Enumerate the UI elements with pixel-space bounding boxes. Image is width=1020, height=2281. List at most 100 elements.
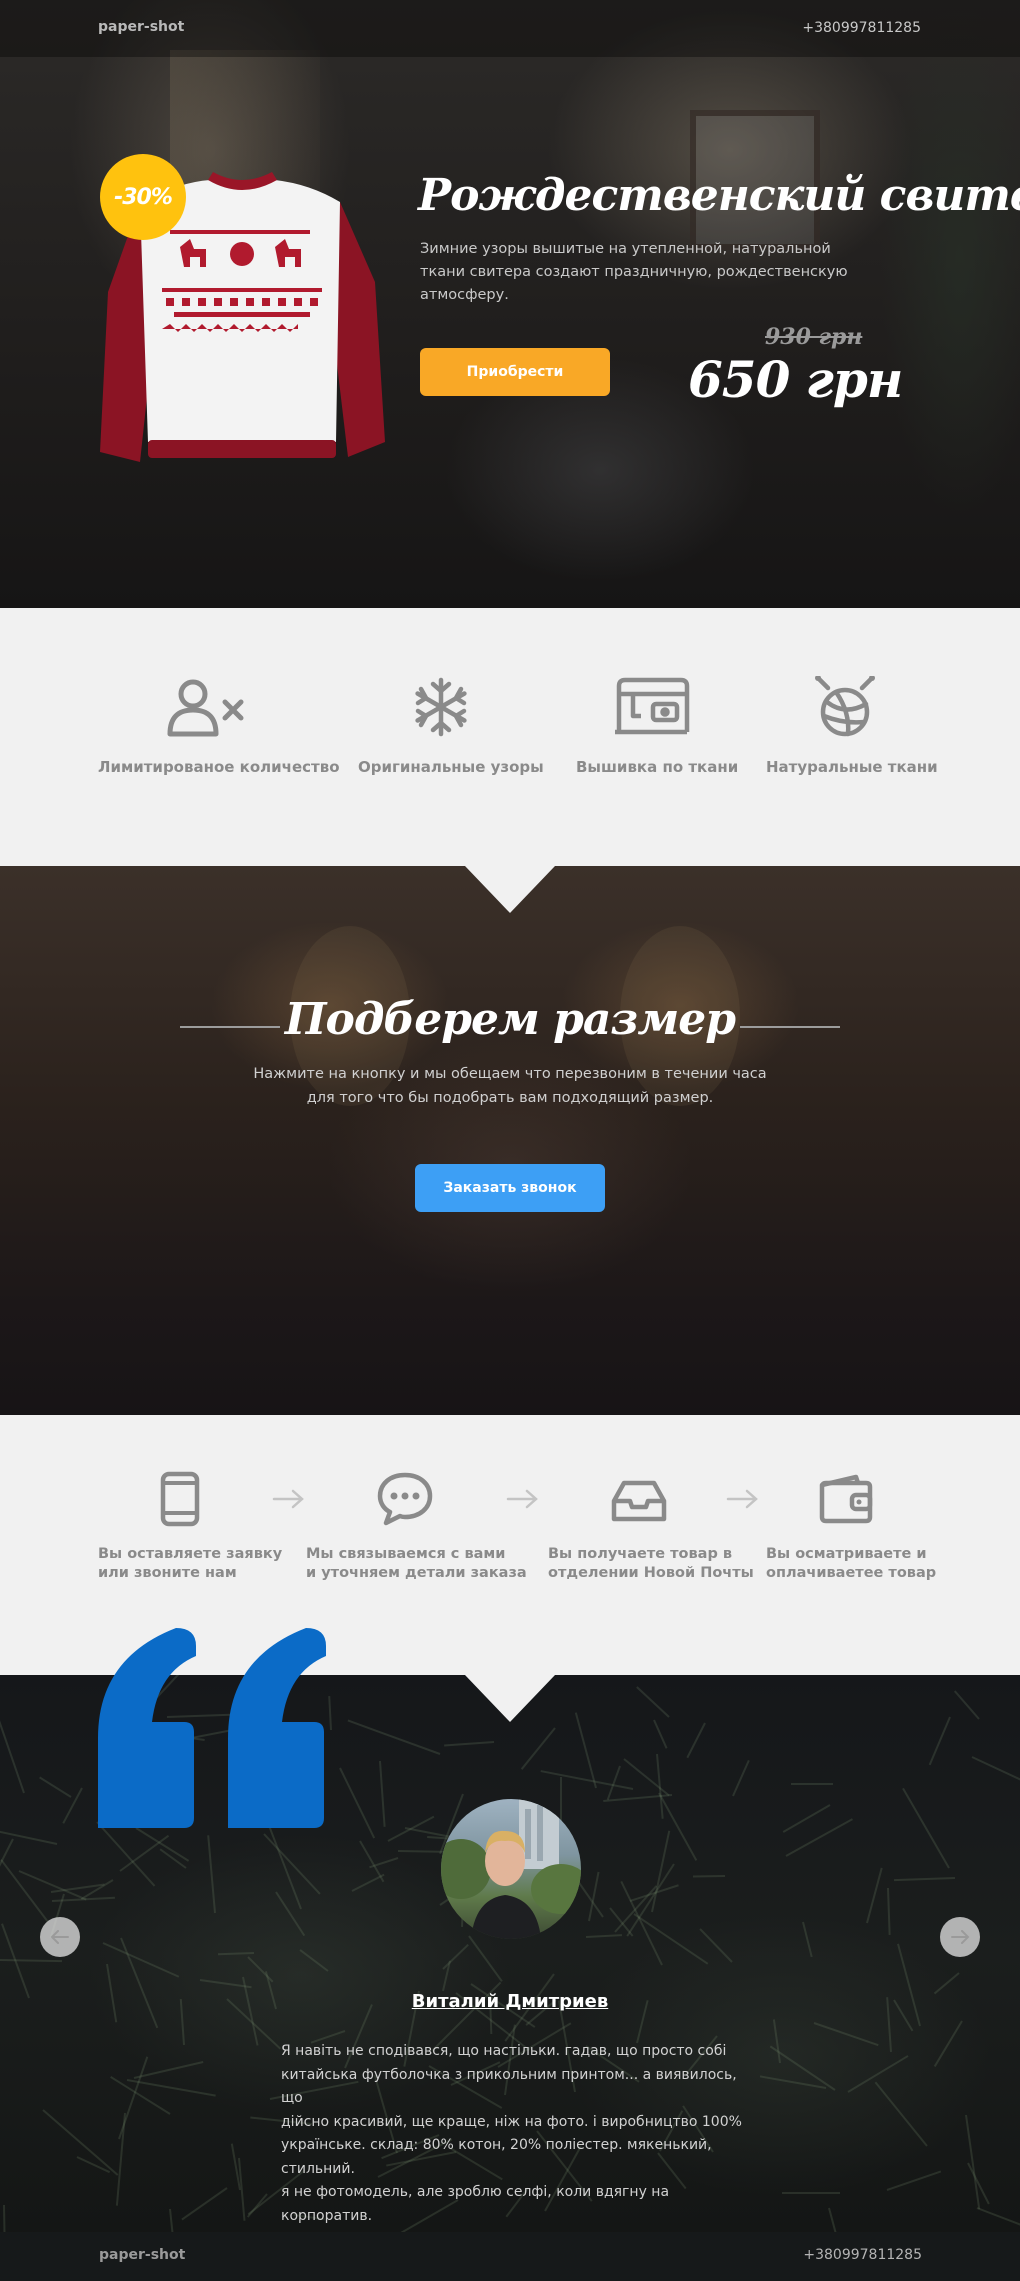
- order-call-button[interactable]: Заказать звонок: [415, 1164, 605, 1212]
- top-bar: paper-shot +380997811285: [0, 0, 1020, 57]
- pine-needle: [0, 1717, 25, 1794]
- feature-natural: Натуральные ткани: [766, 676, 938, 776]
- feature-embroidery: Вышивка по ткани: [576, 676, 738, 776]
- smartphone-icon: [160, 1471, 200, 1527]
- pine-needle: [782, 2192, 840, 2194]
- arrow-right-icon: [272, 1489, 304, 1509]
- pine-needle: [351, 1873, 385, 1892]
- size-title: Подберем размер: [284, 994, 736, 1045]
- hero-section: paper-shot +380997811285 -30% Рождествен…: [0, 0, 1020, 608]
- pine-needle: [0, 1859, 49, 1923]
- reviewer-name[interactable]: Виталий Дмитриев: [0, 1991, 1020, 2012]
- pine-needle: [874, 2081, 928, 2147]
- footer-brand[interactable]: paper-shot: [99, 2247, 185, 2263]
- review-text-line: українське. склад: 80% котон, 20% поліес…: [281, 2137, 712, 2177]
- pine-needle: [772, 2019, 781, 2064]
- pine-needle: [636, 1686, 670, 1718]
- step-label-line: Вы осматриваете и: [766, 1546, 927, 1562]
- inbox-tray-icon: [611, 1480, 667, 1522]
- prev-testimonial-button[interactable]: [40, 1917, 80, 1957]
- pine-needle: [0, 1959, 63, 1963]
- pine-needle: [102, 1942, 180, 1978]
- pine-needle: [3, 2204, 7, 2232]
- pine-needle: [181, 2187, 228, 2221]
- pine-needle: [42, 2109, 119, 2176]
- review-text-line: дійсно красивий, ще краще, ніж на фото. …: [281, 2113, 742, 2130]
- pine-needle: [347, 1719, 441, 1755]
- yarn-ball-icon: [815, 676, 875, 737]
- pine-needle: [802, 1921, 813, 1958]
- pine-needle: [266, 1821, 302, 1910]
- pine-needle: [828, 2207, 852, 2232]
- pine-needle: [540, 1770, 634, 1790]
- pine-needle: [887, 1887, 891, 1936]
- hero-title: Рождественский свитер: [418, 170, 1020, 221]
- size-section: Подберем размер Нажмите на кнопку и мы о…: [0, 866, 1020, 1415]
- buy-button[interactable]: Приобрести: [420, 348, 610, 396]
- hero-description: Зимние узоры вышитые на утепленной, нату…: [420, 241, 848, 303]
- feature-label: Лимитированое количество: [98, 758, 340, 776]
- pine-needle: [207, 1835, 216, 1914]
- old-price: 930 грн: [765, 324, 863, 350]
- pine-needle: [653, 1719, 668, 1749]
- step-label: Вы получаете товар в отделении Новой Поч…: [548, 1545, 754, 1583]
- pine-needle: [217, 1952, 255, 1956]
- background-tree: [880, 0, 1020, 520]
- pine-needle: [953, 1690, 980, 1720]
- pine-needle: [328, 1695, 332, 1731]
- pine-needle: [692, 1875, 726, 1878]
- pine-needle: [520, 1727, 556, 1770]
- step-receive: Вы получаете товар в отделении Новой Поч…: [548, 1471, 754, 1583]
- pine-needle: [894, 1877, 956, 1882]
- step-label: Вы осматриваете и оплачиваетее товар: [766, 1545, 936, 1583]
- pine-needle: [609, 1907, 634, 1937]
- feature-limited: Лимитированое количество: [98, 676, 340, 776]
- pine-needle: [120, 1937, 159, 2029]
- discount-badge: -30%: [100, 154, 186, 240]
- section-notch: [465, 866, 555, 913]
- step-label-line: Вы получаете товар в: [548, 1546, 733, 1562]
- header-phone[interactable]: +380997811285: [802, 20, 921, 36]
- size-description-line: Нажмите на кнопку и мы обещаем что перез…: [253, 1066, 767, 1082]
- pine-needle: [299, 1949, 329, 1972]
- pine-needle: [886, 2170, 942, 2191]
- avatar-photo: [441, 1799, 581, 1939]
- arrow-left-icon: [50, 1930, 69, 1944]
- pine-needle: [928, 1716, 951, 1766]
- pine-needle: [246, 2193, 268, 2218]
- review-text: Я навіть не сподівався, що настільки. га…: [281, 2040, 761, 2228]
- pine-needle: [39, 1776, 72, 1798]
- pine-needle: [813, 2022, 879, 2047]
- sewing-machine-icon: [615, 677, 690, 735]
- pine-needle: [96, 1821, 156, 1887]
- step-label-line: и уточняем детали заказа: [306, 1565, 527, 1581]
- step-label-line: Вы оставляете заявку: [98, 1546, 283, 1562]
- arrow-right-icon: [951, 1930, 970, 1944]
- step-label-line: отделении Новой Почты: [548, 1565, 754, 1581]
- pine-needle: [247, 1956, 274, 1983]
- arrow-right-icon: [726, 1489, 758, 1509]
- step-pay: Вы осматриваете и оплачиваетее товар: [766, 1471, 936, 1583]
- pine-needle: [732, 1759, 750, 1797]
- pine-needle: [699, 1928, 733, 1963]
- pine-needle: [791, 1783, 833, 1785]
- footer-phone[interactable]: +380997811285: [803, 2247, 922, 2263]
- pine-needle: [866, 1867, 883, 1924]
- brand-logo[interactable]: paper-shot: [98, 19, 184, 35]
- feature-label: Оригинальные узоры: [358, 758, 544, 776]
- pine-needle: [976, 2207, 1020, 2227]
- pine-needle: [902, 1787, 950, 1869]
- next-testimonial-button[interactable]: [940, 1917, 980, 1957]
- step-label-line: Мы связываемся с вами: [306, 1546, 506, 1562]
- step-label: Вы оставляете заявку или звоните нам: [98, 1545, 282, 1583]
- footer: paper-shot +380997811285: [0, 2232, 1020, 2281]
- pine-needle: [444, 1741, 495, 1747]
- snowflake-icon: [415, 677, 467, 737]
- pine-needle: [442, 1943, 469, 1970]
- avatar: [441, 1799, 581, 1939]
- pine-needle: [623, 1758, 670, 1797]
- section-notch: [465, 1675, 555, 1722]
- review-text-line: китайська футболочка з прикольним принто…: [281, 2066, 737, 2107]
- new-price: 650 грн: [688, 350, 903, 409]
- pine-needle: [782, 1804, 831, 1833]
